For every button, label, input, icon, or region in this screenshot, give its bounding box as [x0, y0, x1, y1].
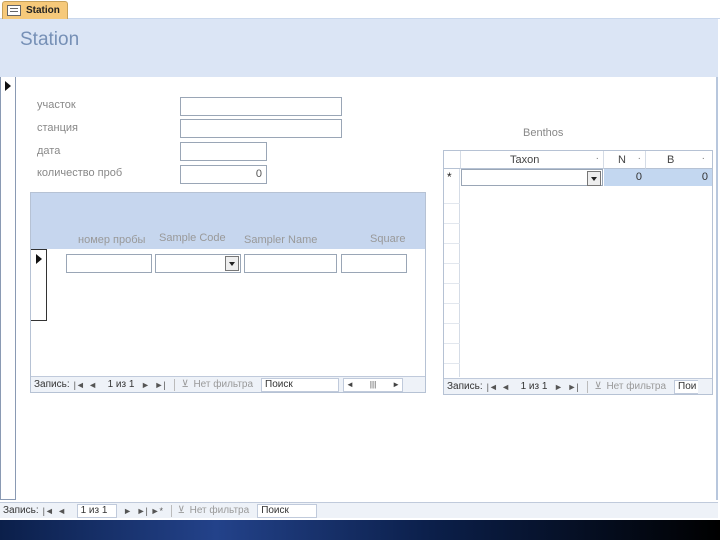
new-record-row[interactable]: * 0 0	[444, 169, 712, 186]
divider	[170, 504, 172, 517]
search-input[interactable]: Пои	[674, 379, 699, 394]
next-record-icon[interactable]: ►	[123, 506, 133, 516]
first-record-icon[interactable]: |◄	[487, 382, 498, 392]
grid-line	[444, 363, 460, 364]
column-header-b[interactable]: B ·	[646, 151, 712, 169]
column-header-square: Square	[370, 233, 406, 245]
prev-record-icon[interactable]: ◄	[88, 380, 98, 390]
grid-line	[444, 303, 460, 304]
grid-line	[444, 263, 460, 264]
search-input[interactable]: Поиск	[261, 377, 340, 392]
benthos-subform-title: Benthos	[523, 127, 564, 139]
stantsiya-label: станция	[37, 122, 79, 134]
next-record-icon[interactable]: ►	[553, 382, 563, 392]
form-header: Station	[0, 19, 718, 77]
scroll-thumb[interactable]: |||	[368, 380, 378, 389]
stantsiya-field[interactable]	[180, 119, 342, 138]
nav-filter-status[interactable]: Нет фильтра	[606, 381, 666, 392]
horizontal-scrollbar[interactable]: ◄ ||| ►	[343, 377, 404, 392]
document-tab-strip: Station	[0, 0, 720, 19]
taxon-header-label: Taxon	[510, 154, 540, 166]
next-record-icon[interactable]: ►	[140, 380, 150, 390]
sample-code-combo[interactable]	[155, 254, 241, 273]
column-menu-icon[interactable]: ·	[596, 153, 599, 164]
samples-navigation-bar: Запись: |◄ ◄ 1 из 1 ► ►| ⊻ Нет фильтра П…	[31, 376, 425, 392]
divider	[587, 380, 589, 393]
last-record-icon[interactable]: ►|	[137, 506, 148, 516]
grid-line	[444, 283, 460, 284]
new-record-marker: *	[447, 170, 452, 184]
uchastok-label: участок	[37, 99, 76, 111]
tab-label: Station	[26, 5, 60, 16]
column-header-n[interactable]: N ·	[604, 151, 646, 169]
last-record-icon[interactable]: ►|	[567, 382, 578, 392]
sampler-name-cell[interactable]	[244, 254, 337, 273]
filter-icon[interactable]: ⊻	[594, 381, 606, 392]
b-cell[interactable]: 0	[646, 169, 712, 186]
dropdown-arrow-icon[interactable]	[225, 256, 239, 271]
column-menu-icon[interactable]: ·	[638, 153, 641, 164]
nav-record-label: Запись:	[447, 381, 483, 392]
n-cell[interactable]: 0	[604, 169, 646, 186]
taxon-combo[interactable]	[461, 169, 603, 186]
nav-filter-status[interactable]: Нет фильтра	[190, 505, 250, 516]
dropdown-arrow-icon[interactable]	[587, 171, 601, 186]
form-title: Station	[20, 29, 80, 50]
nav-position[interactable]: 1 из 1	[108, 379, 135, 390]
nav-position[interactable]: 1 из 1	[76, 503, 117, 518]
access-window: Station Station участок станция дата кол…	[0, 0, 720, 520]
last-record-icon[interactable]: ►|	[154, 380, 165, 390]
current-record-arrow-icon	[36, 254, 42, 264]
samples-subform-header: номер пробы Sample Code Sampler Name Squ…	[31, 193, 425, 249]
kolichestvo-field[interactable]: 0	[180, 165, 267, 184]
filter-icon[interactable]: ⊻	[178, 505, 190, 516]
tab-station[interactable]: Station	[2, 1, 68, 19]
divider	[174, 378, 176, 391]
data-field[interactable]	[180, 142, 267, 161]
column-header-taxon[interactable]: Taxon ·	[461, 151, 604, 169]
grid-line	[444, 203, 460, 204]
search-input[interactable]: Поиск	[257, 503, 318, 518]
nav-filter-status[interactable]: Нет фильтра	[193, 379, 253, 390]
current-record-arrow-icon	[5, 81, 11, 91]
grid-line	[444, 243, 460, 244]
kolichestvo-label: количество проб	[37, 167, 123, 179]
data-label: дата	[37, 145, 61, 157]
first-record-icon[interactable]: |◄	[43, 506, 54, 516]
select-all-corner[interactable]	[444, 151, 461, 169]
grid-line	[444, 323, 460, 324]
square-cell[interactable]	[341, 254, 407, 273]
column-header-sample-code: Sample Code	[159, 232, 226, 244]
form-right-border	[716, 77, 718, 500]
column-header-sampler-name: Sampler Name	[244, 234, 318, 246]
prev-record-icon[interactable]: ◄	[501, 382, 511, 392]
benthos-subform: Taxon · N · B · * 0 0 Запись: |◄ ◄ 1 из …	[443, 150, 713, 395]
samples-record-selector[interactable]	[31, 249, 47, 321]
column-menu-icon[interactable]: ·	[702, 153, 705, 164]
grid-line	[444, 223, 460, 224]
nav-record-label: Запись:	[3, 505, 39, 516]
benthos-row-selectors[interactable]	[444, 169, 460, 377]
new-record-icon[interactable]: ►*	[151, 506, 163, 516]
main-navigation-bar: Запись: |◄ ◄ 1 из 1 ► ►| ►* ⊻ Нет фильтр…	[0, 502, 718, 518]
n-header-label: N	[618, 154, 626, 166]
uchastok-field[interactable]	[180, 97, 342, 116]
filter-icon[interactable]: ⊻	[181, 379, 193, 390]
samples-subform: номер пробы Sample Code Sampler Name Squ…	[30, 192, 426, 393]
benthos-navigation-bar: Запись: |◄ ◄ 1 из 1 ► ►| ⊻ Нет фильтра П…	[444, 378, 712, 394]
scroll-right-icon[interactable]: ►	[390, 380, 402, 389]
record-selector[interactable]	[0, 77, 16, 500]
nomer-proby-cell[interactable]	[66, 254, 152, 273]
taskbar-strip	[0, 520, 720, 540]
column-header-nomer: номер пробы	[78, 234, 146, 246]
grid-line	[444, 343, 460, 344]
nav-record-label: Запись:	[34, 379, 70, 390]
b-header-label: B	[667, 154, 675, 166]
prev-record-icon[interactable]: ◄	[57, 506, 67, 516]
nav-position[interactable]: 1 из 1	[521, 381, 548, 392]
scroll-left-icon[interactable]: ◄	[344, 380, 356, 389]
first-record-icon[interactable]: |◄	[74, 380, 85, 390]
form-icon	[7, 5, 21, 16]
